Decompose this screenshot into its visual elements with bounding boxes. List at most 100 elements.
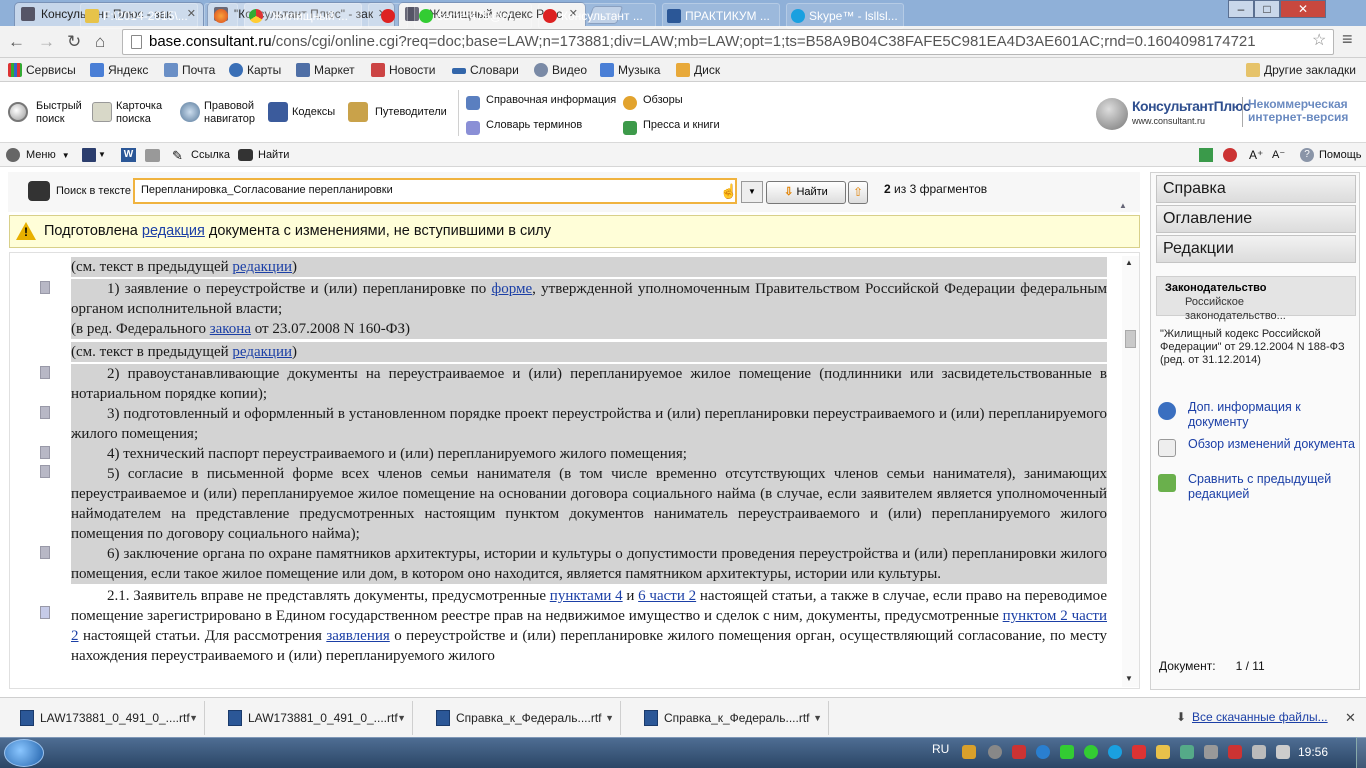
paragraph-info-icon[interactable] [40,281,50,294]
star-icon[interactable]: ☆ [1312,31,1326,51]
bookmark-dictionaries[interactable]: Словари [452,62,519,78]
legal-navigator-button[interactable]: Правовой навигатор [180,100,255,126]
bookmark-maps[interactable]: Карты [229,62,281,78]
changes-review-link[interactable]: Обзор изменений документа [1158,437,1358,457]
link-button[interactable]: ✎ Ссылка [172,147,230,163]
tray-icon[interactable] [1060,745,1074,759]
taskbar-item-consultant[interactable]: Консультант ... [538,3,656,29]
form-link[interactable]: форме [492,281,533,297]
font-decrease-icon[interactable]: A⁻ [1272,147,1285,163]
paragraph-info-icon[interactable] [40,546,50,559]
clock[interactable]: 19:56 [1298,745,1328,759]
tray-icon[interactable] [1132,745,1146,759]
tab-editions[interactable]: Редакции [1156,235,1356,263]
find-next-button[interactable]: ⇩ Найти [766,181,846,204]
collapse-arrow-icon[interactable]: ▲ [1119,201,1127,210]
application-link[interactable]: заявления [326,628,389,644]
taskbar-item-opera[interactable] [368,3,408,29]
download-item[interactable]: LAW173881_0_491_0_....rtf ▼ [208,701,413,735]
paragraph-info-icon[interactable] [40,406,50,419]
network-icon[interactable] [1252,745,1266,759]
taskbar-item-skype[interactable]: Skype™ - lsllsl... [786,3,904,29]
taskbar-item-word[interactable]: ПРАКТИКУМ ... [662,3,780,29]
show-desktop-button[interactable] [1356,737,1366,768]
bookmark-music[interactable]: Музыка [600,62,660,78]
guides-button[interactable]: Путеводители [348,102,447,122]
find-button[interactable]: Найти [238,147,289,163]
chevron-down-icon[interactable]: ▼ [189,701,198,735]
back-arrow-icon[interactable]: ← [8,32,25,52]
url-input[interactable]: base.consultant.ru/cons/cgi/online.cgi?r… [122,29,1334,55]
volume-mute-icon[interactable] [1228,745,1242,759]
law-link[interactable]: закона [210,321,251,337]
points-4-link[interactable]: пунктами 4 [550,588,623,604]
scroll-up-icon[interactable]: ▲ [1125,258,1133,267]
bookmark-mail[interactable]: Почта [164,62,215,78]
bookmark-news[interactable]: Новости [371,62,435,78]
taskbar-item-firefox[interactable] [204,3,238,29]
search-input[interactable]: Перепланировка_Согласование перепланиров… [133,178,737,204]
minimize-button[interactable]: – [1228,0,1254,18]
part-6-2-link[interactable]: 6 части 2 [638,588,696,604]
extra-info-link[interactable]: Доп. информация к документу [1158,400,1358,430]
download-item[interactable]: Справка_к_Федераль....rtf ▼ [416,701,621,735]
download-item[interactable]: Справка_к_Федераль....rtf ▼ [624,701,829,735]
taskbar-item-mail[interactable]: secret479@m... [414,3,532,29]
codes-button[interactable]: Кодексы [268,102,335,122]
tray-icon[interactable] [1012,745,1026,759]
dictionary-button[interactable]: Словарь терминов [466,119,582,135]
tray-icon[interactable] [1156,745,1170,759]
no-entry-icon[interactable] [1223,148,1237,162]
tray-icon[interactable] [1036,745,1050,759]
menu-button[interactable]: Меню ▼ [6,147,70,164]
bookmark-video[interactable]: Видео [534,62,587,78]
forward-arrow-icon[interactable]: → [38,32,55,52]
font-increase-icon[interactable]: A⁺ [1249,147,1263,163]
chevron-down-icon[interactable]: ▼ [605,701,614,735]
paragraph-info-icon[interactable] [40,465,50,478]
taskbar-item-chrome[interactable]: "Жилищный ... [244,3,362,29]
document-scrollbar[interactable]: ▲ ▼ [1122,256,1139,687]
bookmark-market[interactable]: Маркет [296,62,355,78]
reload-icon[interactable]: ↻ [67,32,81,52]
flag-icon[interactable] [1276,745,1290,759]
word-export-icon[interactable]: W [121,148,136,162]
search-history-dropdown[interactable]: ▼ [741,181,763,203]
scroll-down-icon[interactable]: ▼ [1125,674,1133,683]
bookmark-yandex[interactable]: Яндекс [90,62,148,78]
paragraph-info-icon[interactable] [40,366,50,379]
tray-icon[interactable] [1180,745,1194,759]
taskbar-item-explorer[interactable]: F:\2014-2015\... [80,3,198,29]
export-green-icon[interactable] [1199,148,1213,162]
home-icon[interactable]: ⌂ [95,32,105,52]
paragraph-info-icon[interactable] [40,446,50,459]
print-icon[interactable] [145,149,160,162]
reference-info-button[interactable]: Справочная информация [466,94,616,110]
edition-link[interactable]: редакция [142,223,205,239]
chrome-menu-icon[interactable]: ≡ [1342,29,1353,49]
tray-icon[interactable] [1108,745,1122,759]
press-books-button[interactable]: Пресса и книги [623,119,720,135]
all-downloads-link[interactable]: ⬇ Все скачанные файлы... [1176,710,1328,724]
bookmark-services[interactable]: Сервисы [8,62,76,78]
language-indicator[interactable]: RU [932,742,949,756]
close-window-button[interactable]: ✕ [1280,0,1326,18]
chevron-down-icon[interactable]: ▼ [397,701,406,735]
maximize-button[interactable]: □ [1254,0,1280,18]
quick-search-button[interactable]: Быстрый поиск [8,100,82,126]
tray-icon[interactable] [962,745,976,759]
previous-edition-link[interactable]: редакции [232,344,292,360]
save-icon[interactable] [82,148,96,162]
card-search-button[interactable]: Карточка поиска [92,100,162,126]
paragraph-info-icon[interactable] [40,606,50,619]
tray-icon[interactable] [1084,745,1098,759]
tab-reference[interactable]: Справка [1156,175,1356,203]
tray-icon[interactable] [988,745,1002,759]
tray-icon[interactable] [1204,745,1218,759]
compare-editions-link[interactable]: Сравнить с предыдущей редакцией [1158,472,1358,502]
start-button[interactable] [4,739,44,767]
save-dropdown-icon[interactable]: ▼ [98,147,106,163]
close-downloads-icon[interactable]: ✕ [1345,710,1356,726]
chevron-down-icon[interactable]: ▼ [813,701,822,735]
scrollbar-thumb[interactable] [1125,330,1136,348]
